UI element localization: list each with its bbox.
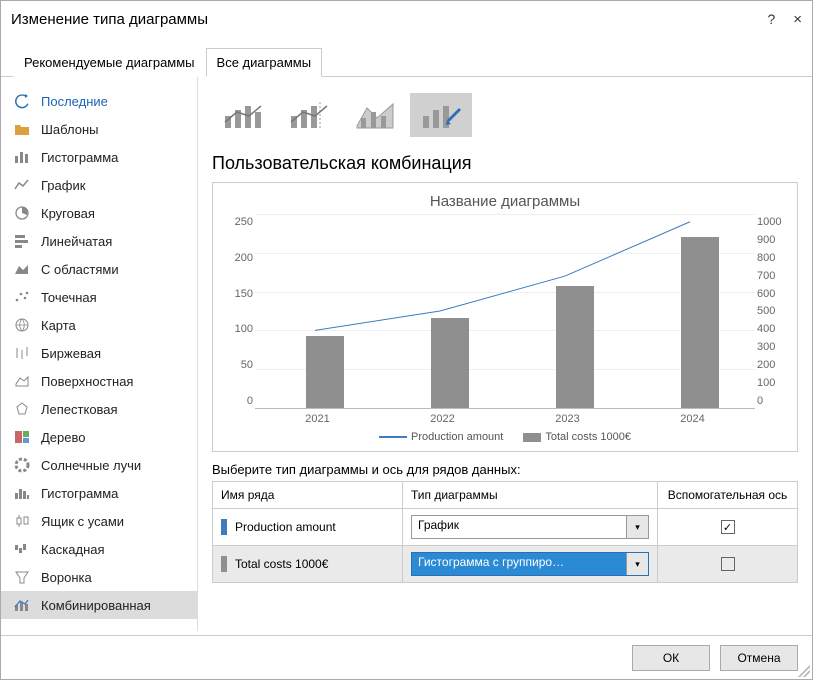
histogram-icon bbox=[13, 484, 31, 502]
sidebar-item-sunburst[interactable]: Солнечные лучи bbox=[1, 451, 197, 479]
folder-icon bbox=[13, 120, 31, 138]
scatter-icon bbox=[13, 288, 31, 306]
sidebar-item-surface[interactable]: Поверхностная bbox=[1, 367, 197, 395]
help-icon[interactable]: ? bbox=[767, 11, 775, 27]
sidebar-item-combo[interactable]: Комбинированная bbox=[1, 591, 197, 619]
chart-category-sidebar: Последние Шаблоны Гистограмма График Кру… bbox=[1, 77, 197, 631]
stock-icon bbox=[13, 344, 31, 362]
sidebar-item-area[interactable]: С областями bbox=[1, 255, 197, 283]
sidebar-item-templates[interactable]: Шаблоны bbox=[1, 115, 197, 143]
x-axis: 2021 2022 2023 2024 bbox=[223, 413, 787, 425]
sidebar-item-column[interactable]: Гистограмма bbox=[1, 143, 197, 171]
secondary-axis-checkbox-2[interactable] bbox=[721, 557, 735, 571]
dialog-footer: ОК Отмена bbox=[1, 635, 812, 679]
title-bar: Изменение типа диаграммы ? × bbox=[1, 1, 812, 37]
line-icon bbox=[13, 176, 31, 194]
tab-recommended[interactable]: Рекомендуемые диаграммы bbox=[13, 48, 206, 77]
legend: Production amount Total costs 1000€ bbox=[223, 431, 787, 443]
hbar-icon bbox=[13, 232, 31, 250]
sidebar-item-histogram2[interactable]: Гистограмма bbox=[1, 479, 197, 507]
tab-all[interactable]: Все диаграммы bbox=[206, 48, 323, 77]
treemap-icon bbox=[13, 428, 31, 446]
series-row-1: Production amount График▾ ✓ bbox=[213, 509, 798, 546]
subtype-2[interactable] bbox=[278, 93, 340, 137]
box-icon bbox=[13, 512, 31, 530]
sidebar-item-radar[interactable]: Лепестковая bbox=[1, 395, 197, 423]
sidebar-item-treemap[interactable]: Дерево bbox=[1, 423, 197, 451]
col-header-axis: Вспомогательная ось bbox=[658, 482, 798, 509]
subtype-title: Пользовательская комбинация bbox=[212, 147, 798, 182]
waterfall-icon bbox=[13, 540, 31, 558]
legend-line-icon bbox=[379, 436, 407, 438]
resize-grip[interactable] bbox=[798, 665, 810, 677]
sunburst-icon bbox=[13, 456, 31, 474]
sidebar-item-waterfall[interactable]: Каскадная bbox=[1, 535, 197, 563]
chart-type-dropdown-1[interactable]: График▾ bbox=[411, 515, 649, 539]
area-icon bbox=[13, 260, 31, 278]
radar-icon bbox=[13, 400, 31, 418]
sidebar-item-bar[interactable]: Линейчатая bbox=[1, 227, 197, 255]
subtype-1[interactable] bbox=[212, 93, 274, 137]
surface-icon bbox=[13, 372, 31, 390]
chevron-down-icon[interactable]: ▾ bbox=[626, 516, 648, 538]
cancel-button[interactable]: Отмена bbox=[720, 645, 798, 671]
chart-title: Название диаграммы bbox=[223, 193, 787, 210]
sidebar-item-pie[interactable]: Круговая bbox=[1, 199, 197, 227]
ok-button[interactable]: ОК bbox=[632, 645, 710, 671]
secondary-axis-checkbox-1[interactable]: ✓ bbox=[721, 520, 735, 534]
primary-y-axis: 250 200 150 100 50 0 bbox=[223, 214, 255, 409]
recent-icon bbox=[13, 92, 31, 110]
map-icon bbox=[13, 316, 31, 334]
funnel-icon bbox=[13, 568, 31, 586]
chart-preview: Название диаграммы 250 200 150 100 50 0 bbox=[212, 182, 798, 452]
subtype-3[interactable] bbox=[344, 93, 406, 137]
window-title: Изменение типа диаграммы bbox=[11, 11, 208, 28]
subtype-custom[interactable] bbox=[410, 93, 472, 137]
chart-type-dropdown-2[interactable]: Гистограмма с группиро…▾ bbox=[411, 552, 649, 576]
series-row-2: Total costs 1000€ Гистограмма с группиро… bbox=[213, 546, 798, 583]
sidebar-item-recent[interactable]: Последние bbox=[1, 87, 197, 115]
chevron-down-icon[interactable]: ▾ bbox=[626, 553, 648, 575]
swatch-icon bbox=[221, 556, 227, 572]
series-table: Имя ряда Тип диаграммы Вспомогательная о… bbox=[212, 481, 798, 583]
column-icon bbox=[13, 148, 31, 166]
secondary-y-axis: 1000 900 800 700 600 500 400 300 200 100… bbox=[755, 214, 787, 409]
sidebar-item-line[interactable]: График bbox=[1, 171, 197, 199]
sidebar-item-stock[interactable]: Биржевая bbox=[1, 339, 197, 367]
tab-strip: Рекомендуемые диаграммы Все диаграммы bbox=[1, 37, 812, 77]
sidebar-item-map[interactable]: Карта bbox=[1, 311, 197, 339]
combo-subtypes bbox=[212, 87, 798, 147]
close-icon[interactable]: × bbox=[793, 11, 802, 28]
combo-icon bbox=[13, 596, 31, 614]
sidebar-item-scatter[interactable]: Точечная bbox=[1, 283, 197, 311]
sidebar-item-boxwhisker[interactable]: Ящик с усами bbox=[1, 507, 197, 535]
pie-icon bbox=[13, 204, 31, 222]
swatch-icon bbox=[221, 519, 227, 535]
series-intro: Выберите тип диаграммы и ось для рядов д… bbox=[212, 462, 798, 477]
col-header-name: Имя ряда bbox=[213, 482, 403, 509]
sidebar-item-funnel[interactable]: Воронка bbox=[1, 563, 197, 591]
plot-area bbox=[255, 214, 755, 409]
col-header-type: Тип диаграммы bbox=[403, 482, 658, 509]
legend-bar-icon bbox=[523, 433, 541, 442]
